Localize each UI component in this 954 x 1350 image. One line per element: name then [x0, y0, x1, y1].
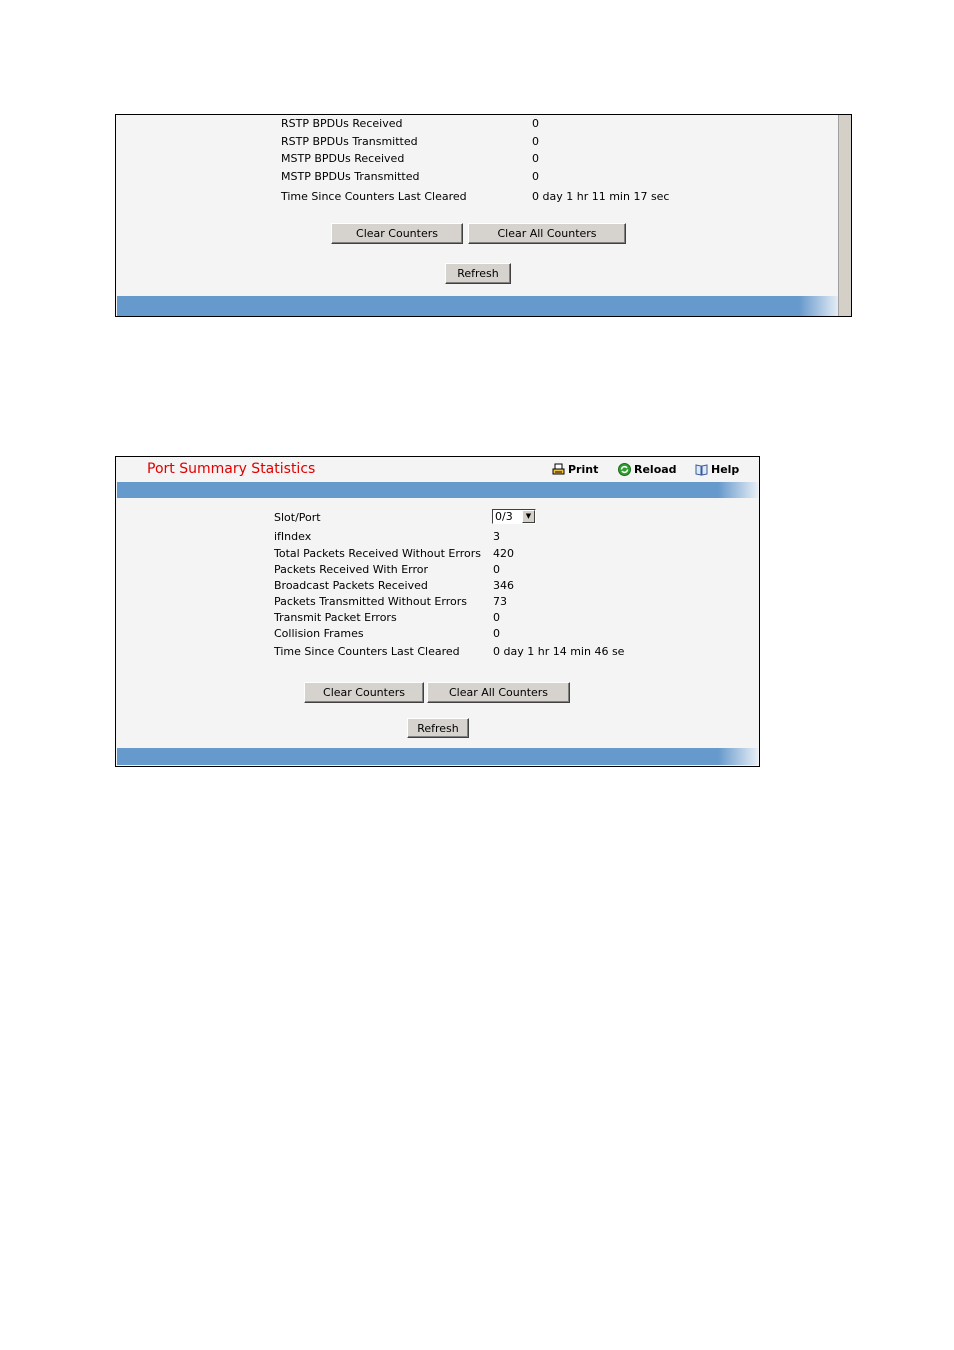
- help-label: Help: [711, 463, 740, 476]
- reload-link[interactable]: Reload: [618, 463, 677, 476]
- print-label: Print: [568, 463, 599, 476]
- clear-all-counters-button[interactable]: Clear All Counters: [468, 223, 626, 244]
- clear-all-counters-button[interactable]: Clear All Counters: [427, 682, 570, 703]
- stat-value: 73: [493, 595, 507, 608]
- stat-value: 346: [493, 579, 514, 592]
- print-link[interactable]: Print: [552, 463, 598, 476]
- header-bar: [117, 482, 758, 498]
- stat-label: Time Since Counters Last Cleared: [274, 645, 460, 658]
- stat-label: Packets Received With Error: [274, 563, 429, 576]
- stp-statistics-panel: RSTP BPDUs Received 0 RSTP BPDUs Transmi…: [115, 114, 852, 317]
- refresh-button[interactable]: Refresh: [407, 718, 469, 738]
- stat-label: MSTP BPDUs Transmitted: [281, 170, 420, 183]
- stat-value: 0: [532, 152, 539, 165]
- slot-port-selected: 0/3: [495, 510, 513, 523]
- stat-value: 3: [493, 530, 500, 543]
- stat-label: Total Packets Received Without Errors: [274, 547, 481, 560]
- stat-label: Packets Transmitted Without Errors: [274, 595, 467, 608]
- stat-label: MSTP BPDUs Received: [281, 152, 405, 165]
- page-title: Port Summary Statistics: [147, 461, 316, 477]
- help-book-icon: [695, 464, 708, 476]
- stat-value: 0: [532, 117, 539, 130]
- stat-value: 0: [493, 627, 500, 640]
- stat-label: Time Since Counters Last Cleared: [281, 190, 467, 203]
- stat-value: 0: [532, 135, 539, 148]
- help-link[interactable]: Help: [695, 463, 739, 476]
- stat-value: 0 day 1 hr 14 min 46 se: [493, 645, 625, 658]
- printer-icon: [552, 463, 565, 475]
- stat-label: ifIndex: [274, 530, 312, 543]
- stat-value: 0 day 1 hr 11 min 17 sec: [532, 190, 670, 203]
- slot-port-select[interactable]: 0/3 ▼: [492, 509, 536, 524]
- stat-label: RSTP BPDUs Transmitted: [281, 135, 418, 148]
- chevron-down-icon[interactable]: ▼: [522, 510, 535, 523]
- port-summary-statistics-panel: Port Summary Statistics Print Reload Hel: [115, 456, 760, 767]
- reload-label: Reload: [634, 463, 677, 476]
- stat-value: 0: [532, 170, 539, 183]
- clear-counters-button[interactable]: Clear Counters: [331, 223, 463, 244]
- stat-label: RSTP BPDUs Received: [281, 117, 403, 130]
- footer-bar: [117, 748, 758, 765]
- reload-icon: [618, 463, 631, 476]
- slot-port-label: Slot/Port: [274, 511, 321, 524]
- stat-value: 0: [493, 563, 500, 576]
- clear-counters-button[interactable]: Clear Counters: [304, 682, 424, 703]
- stat-value: 0: [493, 611, 500, 624]
- stat-label: Broadcast Packets Received: [274, 579, 428, 592]
- vertical-scrollbar[interactable]: [838, 115, 851, 316]
- stat-label: Transmit Packet Errors: [274, 611, 397, 624]
- footer-bar: [117, 296, 839, 316]
- stat-value: 420: [493, 547, 514, 560]
- refresh-button[interactable]: Refresh: [445, 263, 511, 284]
- stat-label: Collision Frames: [274, 627, 364, 640]
- header: Port Summary Statistics Print Reload Hel: [116, 457, 759, 482]
